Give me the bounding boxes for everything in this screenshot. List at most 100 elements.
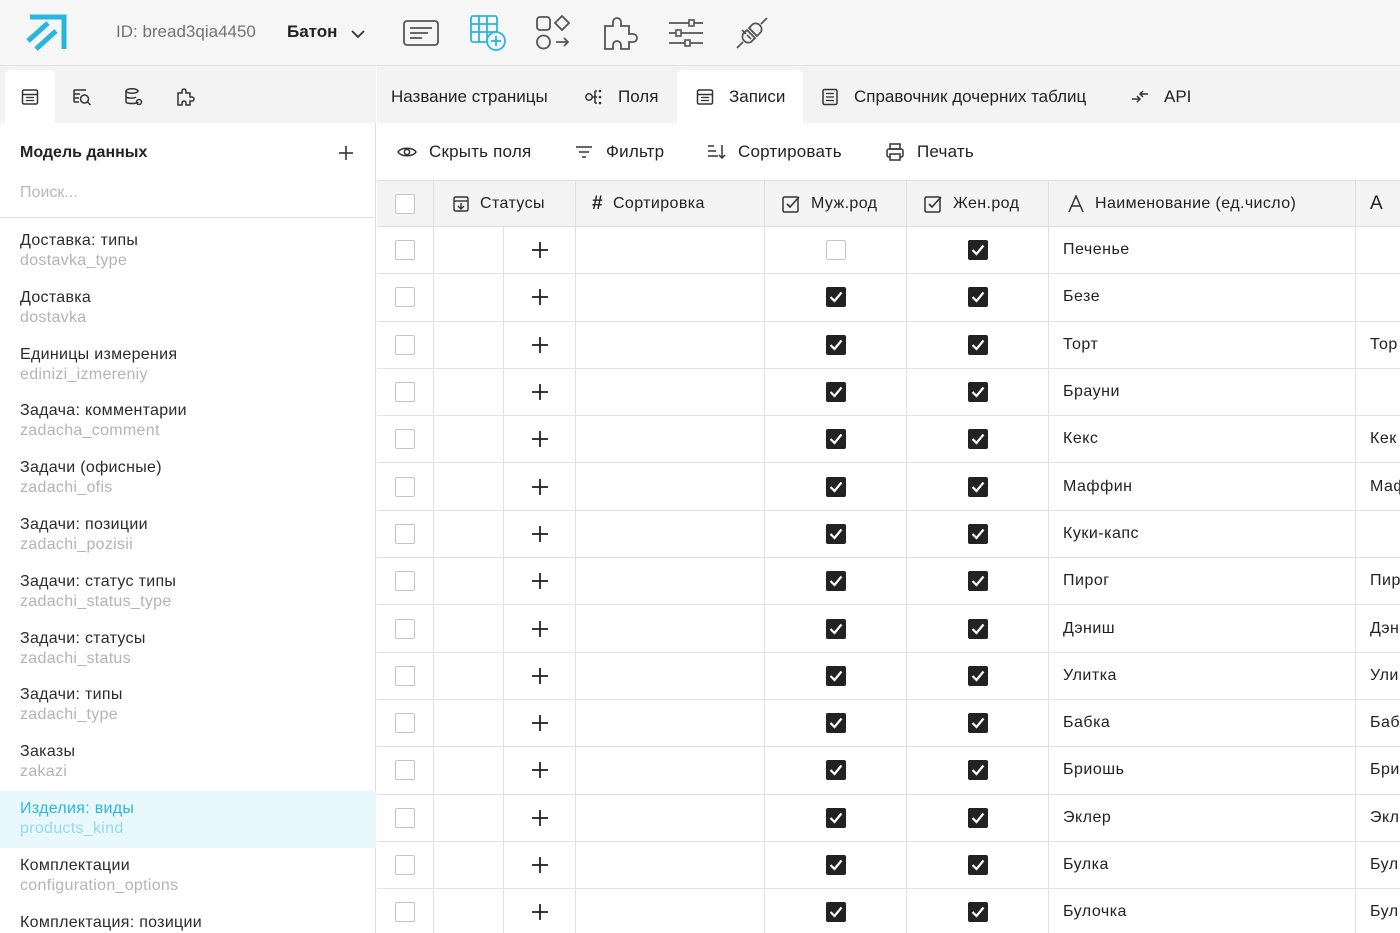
sorting-cell[interactable]: [576, 463, 765, 510]
column-header-masculine[interactable]: Муж.род: [765, 181, 907, 227]
row-select-checkbox[interactable]: [395, 760, 415, 781]
name-singular-cell[interactable]: Бабка: [1049, 699, 1356, 747]
feminine-checkbox[interactable]: [967, 902, 988, 923]
plugins-icon[interactable]: [161, 70, 211, 123]
plugins-icon[interactable]: [600, 13, 640, 53]
tab-records[interactable]: Записи: [677, 70, 804, 123]
row-select-checkbox[interactable]: [395, 902, 415, 923]
feminine-checkbox[interactable]: [967, 665, 988, 686]
row-select-checkbox[interactable]: [395, 618, 415, 639]
next-column-cell[interactable]: [1356, 369, 1400, 415]
feminine-checkbox[interactable]: [967, 476, 988, 497]
table-add-icon[interactable]: [468, 13, 508, 53]
name-singular-cell[interactable]: Пирог: [1049, 558, 1356, 605]
row-select-checkbox[interactable]: [395, 855, 415, 875]
sorting-cell[interactable]: [576, 605, 765, 652]
name-singular-cell[interactable]: Дэниш: [1049, 605, 1356, 652]
sidebar-model-item[interactable]: Задачи: статус типы zadachi_status_type: [0, 564, 376, 621]
tab-api[interactable]: API: [1130, 70, 1191, 123]
row-select-checkbox[interactable]: [395, 334, 415, 355]
add-status-plus-icon[interactable]: [531, 336, 549, 354]
table-search-icon[interactable]: [57, 70, 107, 123]
sorting-cell[interactable]: [576, 841, 765, 889]
next-column-cell[interactable]: Дэн: [1356, 605, 1400, 651]
database-settings-icon[interactable]: [109, 70, 159, 123]
masculine-checkbox[interactable]: [825, 713, 846, 734]
add-status-plus-icon[interactable]: [531, 430, 549, 448]
add-status-plus-icon[interactable]: [531, 241, 549, 259]
masculine-checkbox[interactable]: [825, 334, 846, 355]
name-singular-cell[interactable]: Улитка: [1049, 652, 1356, 699]
sort-button[interactable]: Сортировать: [706, 141, 842, 163]
sorting-cell[interactable]: [576, 794, 765, 841]
filter-button[interactable]: Фильтр: [574, 141, 664, 163]
add-status-plus-icon[interactable]: [531, 903, 549, 921]
integrations-plug-icon[interactable]: [732, 13, 772, 53]
add-status-plus-icon[interactable]: [531, 525, 549, 543]
add-status-plus-icon[interactable]: [531, 620, 549, 638]
next-column-cell[interactable]: Ули: [1356, 653, 1400, 699]
masculine-checkbox[interactable]: [825, 571, 846, 592]
column-header-name-singular[interactable]: Наименование (ед.число): [1049, 181, 1356, 227]
column-header-sorting[interactable]: # Сортировка: [576, 181, 765, 227]
name-singular-cell[interactable]: Безе: [1049, 274, 1356, 321]
next-column-cell[interactable]: [1356, 274, 1400, 320]
sorting-cell[interactable]: [576, 889, 765, 933]
next-column-cell[interactable]: [1356, 227, 1400, 273]
feminine-checkbox[interactable]: [967, 807, 988, 828]
feminine-checkbox[interactable]: [967, 382, 988, 403]
sorting-cell[interactable]: [576, 274, 765, 321]
name-singular-cell[interactable]: Кекс: [1049, 416, 1356, 463]
sorting-cell[interactable]: [576, 510, 765, 558]
masculine-checkbox[interactable]: [825, 902, 846, 923]
settings-sliders-icon[interactable]: [666, 13, 706, 53]
feminine-checkbox[interactable]: [967, 571, 988, 592]
app-logo-icon[interactable]: [24, 13, 68, 53]
row-select-checkbox[interactable]: [395, 287, 415, 308]
masculine-checkbox[interactable]: [825, 382, 846, 403]
name-singular-cell[interactable]: Булка: [1049, 841, 1356, 889]
next-column-cell[interactable]: [1356, 511, 1400, 557]
masculine-checkbox[interactable]: [825, 476, 846, 497]
sidebar-model-item[interactable]: Задача: комментарии zadacha_comment: [0, 393, 376, 450]
sorting-cell[interactable]: [576, 652, 765, 699]
masculine-checkbox[interactable]: [825, 618, 846, 639]
masculine-checkbox[interactable]: [825, 523, 846, 544]
print-button[interactable]: Печать: [885, 141, 974, 163]
sidebar-model-item[interactable]: Задачи (офисные) zadachi_ofis: [0, 450, 376, 507]
masculine-checkbox[interactable]: [825, 760, 846, 781]
sorting-cell[interactable]: [576, 368, 765, 416]
sorting-cell[interactable]: [576, 747, 765, 794]
row-select-checkbox[interactable]: [395, 665, 415, 686]
add-status-plus-icon[interactable]: [531, 761, 549, 779]
add-status-plus-icon[interactable]: [531, 856, 549, 874]
masculine-checkbox[interactable]: [825, 429, 846, 450]
row-select-checkbox[interactable]: [395, 523, 415, 544]
sorting-cell[interactable]: [576, 227, 765, 274]
column-header-feminine[interactable]: Жен.род: [907, 181, 1049, 227]
sorting-cell[interactable]: [576, 416, 765, 463]
name-singular-cell[interactable]: Торт: [1049, 321, 1356, 368]
feminine-checkbox[interactable]: [967, 334, 988, 355]
pages-icon[interactable]: [401, 13, 441, 53]
sidebar-model-item[interactable]: Доставка: типы dostavka_type: [0, 223, 376, 280]
next-column-cell[interactable]: Баб: [1356, 700, 1400, 746]
add-status-plus-icon[interactable]: [531, 809, 549, 827]
next-column-cell[interactable]: Экл: [1356, 795, 1400, 841]
sorting-cell[interactable]: [576, 321, 765, 368]
row-select-checkbox[interactable]: [395, 807, 415, 828]
name-singular-cell[interactable]: Печенье: [1049, 227, 1356, 274]
next-column-cell[interactable]: Бул: [1356, 889, 1400, 933]
name-singular-cell[interactable]: Булочка: [1049, 889, 1356, 933]
tab-fields[interactable]: Поля: [584, 70, 658, 123]
feminine-checkbox[interactable]: [967, 855, 988, 875]
add-status-plus-icon[interactable]: [531, 288, 549, 306]
chevron-down-icon[interactable]: [349, 25, 367, 43]
masculine-checkbox[interactable]: [825, 240, 846, 261]
select-all-checkbox[interactable]: [395, 194, 415, 214]
sidebar-model-item[interactable]: Задачи: позиции zadachi_pozisii: [0, 507, 376, 564]
row-select-checkbox[interactable]: [395, 429, 415, 450]
name-singular-cell[interactable]: Куки-капс: [1049, 510, 1356, 558]
masculine-checkbox[interactable]: [825, 665, 846, 686]
column-header-statuses[interactable]: Статусы: [434, 181, 576, 227]
